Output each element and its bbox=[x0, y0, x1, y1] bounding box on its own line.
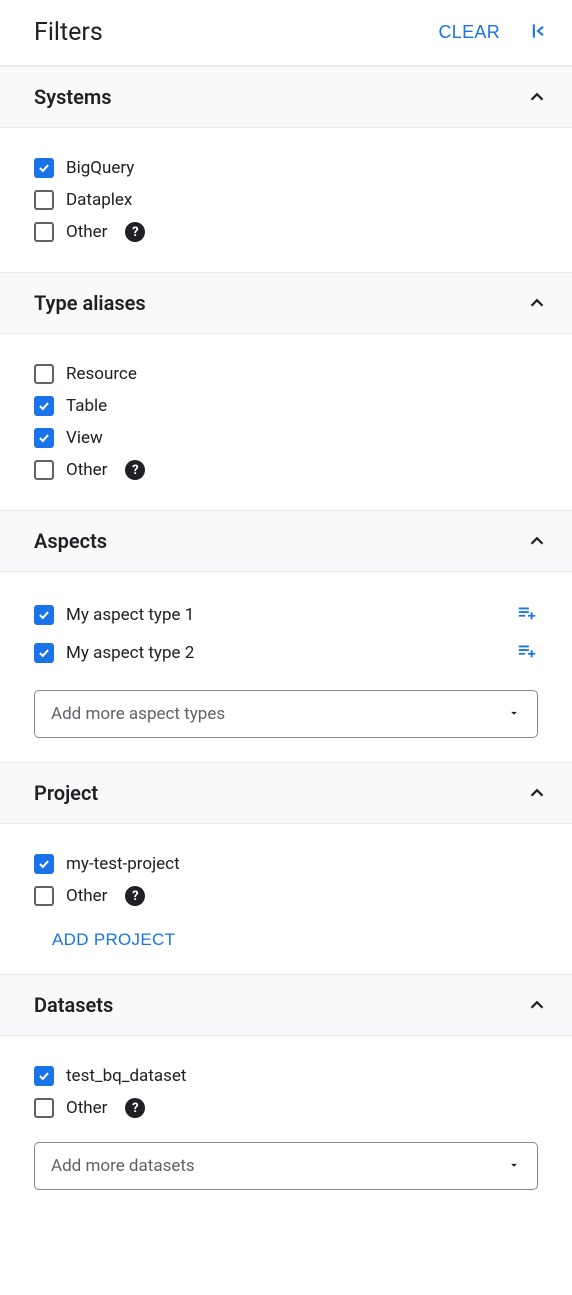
filter-label: my-test-project bbox=[66, 854, 180, 874]
checkbox[interactable] bbox=[34, 643, 54, 663]
checkbox[interactable] bbox=[34, 190, 54, 210]
filter-label: My aspect type 1 bbox=[66, 605, 194, 625]
filter-option-aspect-2: My aspect type 2 bbox=[34, 634, 538, 672]
filter-label: My aspect type 2 bbox=[66, 643, 194, 663]
filter-option-table: Table bbox=[34, 390, 538, 422]
section-header-datasets[interactable]: Datasets bbox=[0, 974, 572, 1036]
page-title: Filters bbox=[34, 18, 103, 47]
checkbox[interactable] bbox=[34, 428, 54, 448]
chevron-up-icon bbox=[526, 292, 548, 314]
dropdown-placeholder: Add more datasets bbox=[51, 1156, 195, 1176]
checkbox[interactable] bbox=[34, 605, 54, 625]
section-title: Project bbox=[34, 781, 98, 805]
filter-label: Other bbox=[66, 460, 107, 480]
checkbox[interactable] bbox=[34, 396, 54, 416]
section-header-type-aliases[interactable]: Type aliases bbox=[0, 272, 572, 334]
filter-option-project: my-test-project bbox=[34, 848, 538, 880]
add-project-button[interactable]: ADD PROJECT bbox=[34, 912, 193, 950]
filter-label: Table bbox=[66, 396, 107, 416]
chevron-up-icon bbox=[526, 86, 548, 108]
help-icon[interactable]: ? bbox=[125, 460, 145, 480]
checkbox[interactable] bbox=[34, 1066, 54, 1086]
filter-option-aspect-1: My aspect type 1 bbox=[34, 596, 538, 634]
help-icon[interactable]: ? bbox=[125, 222, 145, 242]
help-icon[interactable]: ? bbox=[125, 886, 145, 906]
section-body-project: my-test-project Other ? ADD PROJECT bbox=[0, 824, 572, 974]
checkbox[interactable] bbox=[34, 222, 54, 242]
add-aspect-dropdown[interactable]: Add more aspect types bbox=[34, 690, 538, 738]
filter-option-other: Other ? bbox=[34, 216, 538, 248]
clear-button[interactable]: CLEAR bbox=[438, 22, 500, 43]
filter-label: test_bq_dataset bbox=[66, 1066, 186, 1086]
filter-label: BigQuery bbox=[66, 158, 134, 178]
filter-label: Dataplex bbox=[66, 190, 132, 210]
filter-label: Other bbox=[66, 222, 107, 242]
section-body-aspects: My aspect type 1 My aspect type 2 Add mo… bbox=[0, 572, 572, 762]
section-header-systems[interactable]: Systems bbox=[0, 66, 572, 128]
filter-option-other: Other ? bbox=[34, 880, 538, 912]
caret-down-icon bbox=[507, 705, 521, 724]
filters-header: Filters CLEAR bbox=[0, 0, 572, 66]
filter-option-dataplex: Dataplex bbox=[34, 184, 538, 216]
filter-option-bigquery: BigQuery bbox=[34, 152, 538, 184]
dropdown-placeholder: Add more aspect types bbox=[51, 704, 225, 724]
help-icon[interactable]: ? bbox=[125, 1098, 145, 1118]
chevron-up-icon bbox=[526, 530, 548, 552]
section-title: Datasets bbox=[34, 993, 113, 1017]
checkbox[interactable] bbox=[34, 1098, 54, 1118]
section-body-systems: BigQuery Dataplex Other ? bbox=[0, 128, 572, 272]
add-dataset-dropdown[interactable]: Add more datasets bbox=[34, 1142, 538, 1190]
checkbox[interactable] bbox=[34, 364, 54, 384]
collapse-panel-icon[interactable] bbox=[528, 21, 548, 45]
chevron-up-icon bbox=[526, 782, 548, 804]
filter-option-view: View bbox=[34, 422, 538, 454]
checkbox[interactable] bbox=[34, 460, 54, 480]
section-title: Aspects bbox=[34, 529, 107, 553]
checkbox[interactable] bbox=[34, 854, 54, 874]
filter-label: Other bbox=[66, 886, 107, 906]
section-header-project[interactable]: Project bbox=[0, 762, 572, 824]
filter-label: Other bbox=[66, 1098, 107, 1118]
playlist-add-icon[interactable] bbox=[516, 640, 538, 666]
section-header-aspects[interactable]: Aspects bbox=[0, 510, 572, 572]
filter-label: View bbox=[66, 428, 103, 448]
filter-option-other: Other ? bbox=[34, 1092, 538, 1124]
filter-option-other: Other ? bbox=[34, 454, 538, 486]
section-title: Type aliases bbox=[34, 291, 146, 315]
section-body-type-aliases: Resource Table View Other ? bbox=[0, 334, 572, 510]
checkbox[interactable] bbox=[34, 158, 54, 178]
caret-down-icon bbox=[507, 1157, 521, 1176]
filter-label: Resource bbox=[66, 364, 137, 384]
chevron-up-icon bbox=[526, 994, 548, 1016]
checkbox[interactable] bbox=[34, 886, 54, 906]
section-body-datasets: test_bq_dataset Other ? Add more dataset… bbox=[0, 1036, 572, 1214]
section-title: Systems bbox=[34, 85, 112, 109]
filter-option-resource: Resource bbox=[34, 358, 538, 390]
playlist-add-icon[interactable] bbox=[516, 602, 538, 628]
header-actions: CLEAR bbox=[438, 21, 548, 45]
filter-option-dataset: test_bq_dataset bbox=[34, 1060, 538, 1092]
